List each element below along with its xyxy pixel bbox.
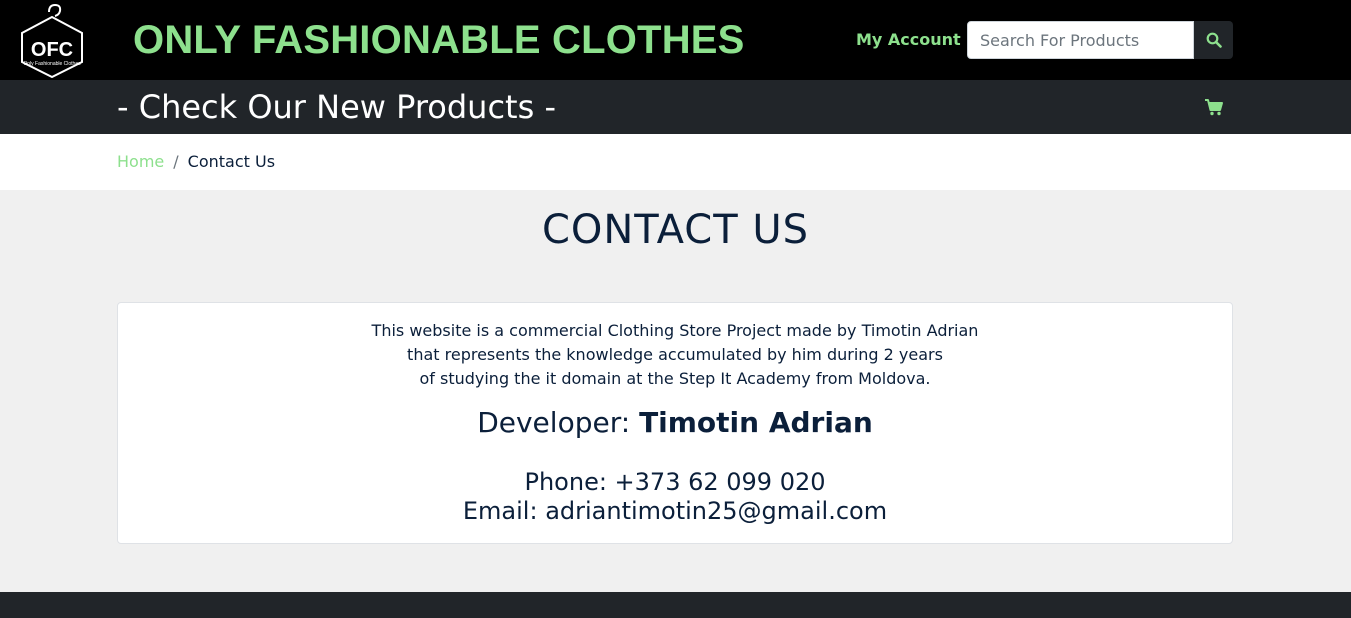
project-description: This website is a commercial Clothing St…: [118, 319, 1232, 391]
developer-label: Developer:: [477, 406, 640, 439]
search-icon: [1206, 32, 1222, 48]
description-line: of studying the it domain at the Step It…: [419, 369, 931, 388]
sub-header: - Check Our New Products -: [0, 80, 1351, 134]
breadcrumb-current: Contact Us: [187, 152, 276, 171]
logo-subtext: Only Fashionable Clothes: [23, 61, 81, 67]
email-address: Email: adriantimotin25@gmail.com: [462, 497, 888, 525]
developer-info: Developer: Timotin Adrian: [118, 405, 1232, 441]
search-input[interactable]: [967, 21, 1194, 59]
description-line: that represents the knowledge accumulate…: [407, 345, 943, 364]
cart-button[interactable]: [1204, 97, 1224, 117]
breadcrumb-bar: Home / Contact Us: [0, 134, 1351, 190]
description-line: This website is a commercial Clothing St…: [371, 321, 979, 340]
breadcrumb-home-link[interactable]: Home: [117, 151, 164, 173]
page-title: CONTACT US: [541, 207, 810, 253]
contact-card: This website is a commercial Clothing St…: [117, 302, 1233, 544]
shopping-cart-icon: [1205, 99, 1223, 116]
logo-text: OFC: [31, 39, 73, 61]
breadcrumb: Home / Contact Us: [117, 151, 275, 173]
brand-title: ONLY FASHIONABLE CLOTHES: [133, 18, 745, 62]
developer-name: Timotin Adrian: [639, 406, 873, 439]
brand-logo[interactable]: OFC Only Fashionable Clothes: [19, 2, 85, 79]
footer: [0, 592, 1351, 618]
my-account-link[interactable]: My Account: [856, 30, 961, 50]
search-button[interactable]: [1194, 21, 1233, 59]
breadcrumb-separator: /: [173, 152, 179, 171]
new-products-banner[interactable]: - Check Our New Products -: [117, 87, 556, 127]
top-header: OFC Only Fashionable Clothes ONLY FASHIO…: [0, 0, 1351, 80]
phone-number: Phone: +373 62 099 020: [524, 468, 826, 496]
